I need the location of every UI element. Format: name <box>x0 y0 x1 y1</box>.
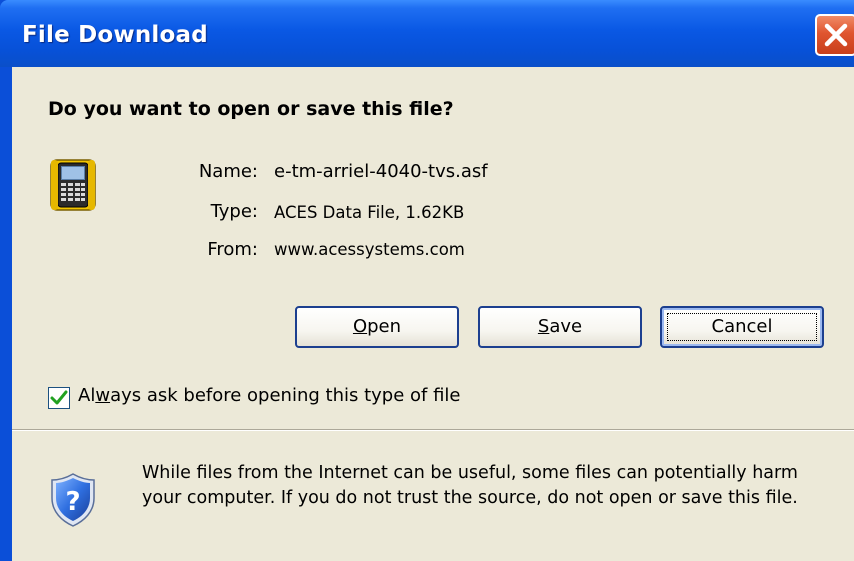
security-shield-icon: ? <box>51 473 95 527</box>
file-download-window: File Download Do you want to open or sav… <box>0 0 854 561</box>
save-button[interactable]: Save <box>478 306 642 348</box>
focus-ring <box>667 313 817 341</box>
open-mnemonic: O <box>352 316 368 337</box>
warning-line-2: your computer. If you do not trust the s… <box>142 488 798 508</box>
always-ask-label-before: Al <box>78 385 96 406</box>
always-ask-checkbox[interactable] <box>48 387 70 409</box>
type-label: Type: <box>210 201 258 222</box>
save-mnemonic: S <box>537 316 550 337</box>
title-bar[interactable]: File Download <box>0 0 854 67</box>
open-label-rest: pen <box>367 316 402 337</box>
save-label-rest: ave <box>549 316 583 337</box>
close-icon <box>824 23 848 47</box>
always-ask-label[interactable]: Always ask before opening this type of f… <box>78 385 461 406</box>
dialog-body: Do you want to open or save this file? N… <box>12 67 854 561</box>
window-title: File Download <box>22 22 208 48</box>
cancel-button[interactable]: Cancel <box>660 306 824 348</box>
always-ask-label-after: ays ask before opening this type of file <box>110 385 461 406</box>
divider <box>12 429 854 431</box>
file-type-value: ACES Data File, 1.62KB <box>274 203 465 222</box>
name-label: Name: <box>198 161 258 182</box>
checkmark-icon <box>50 390 68 405</box>
svg-text:?: ? <box>65 487 80 517</box>
dialog-question: Do you want to open or save this file? <box>48 98 454 120</box>
warning-line-1: While files from the Internet can be use… <box>142 463 798 483</box>
security-warning-text: While files from the Internet can be use… <box>142 461 852 511</box>
file-name-value: e-tm-arriel-4040-tvs.asf <box>274 161 488 182</box>
pda-device-icon <box>50 159 96 211</box>
open-button[interactable]: Open <box>295 306 459 348</box>
close-button[interactable] <box>815 14 854 56</box>
from-label: From: <box>207 239 258 260</box>
always-ask-mnemonic: w <box>95 385 111 406</box>
file-from-value: www.acessystems.com <box>274 240 465 259</box>
